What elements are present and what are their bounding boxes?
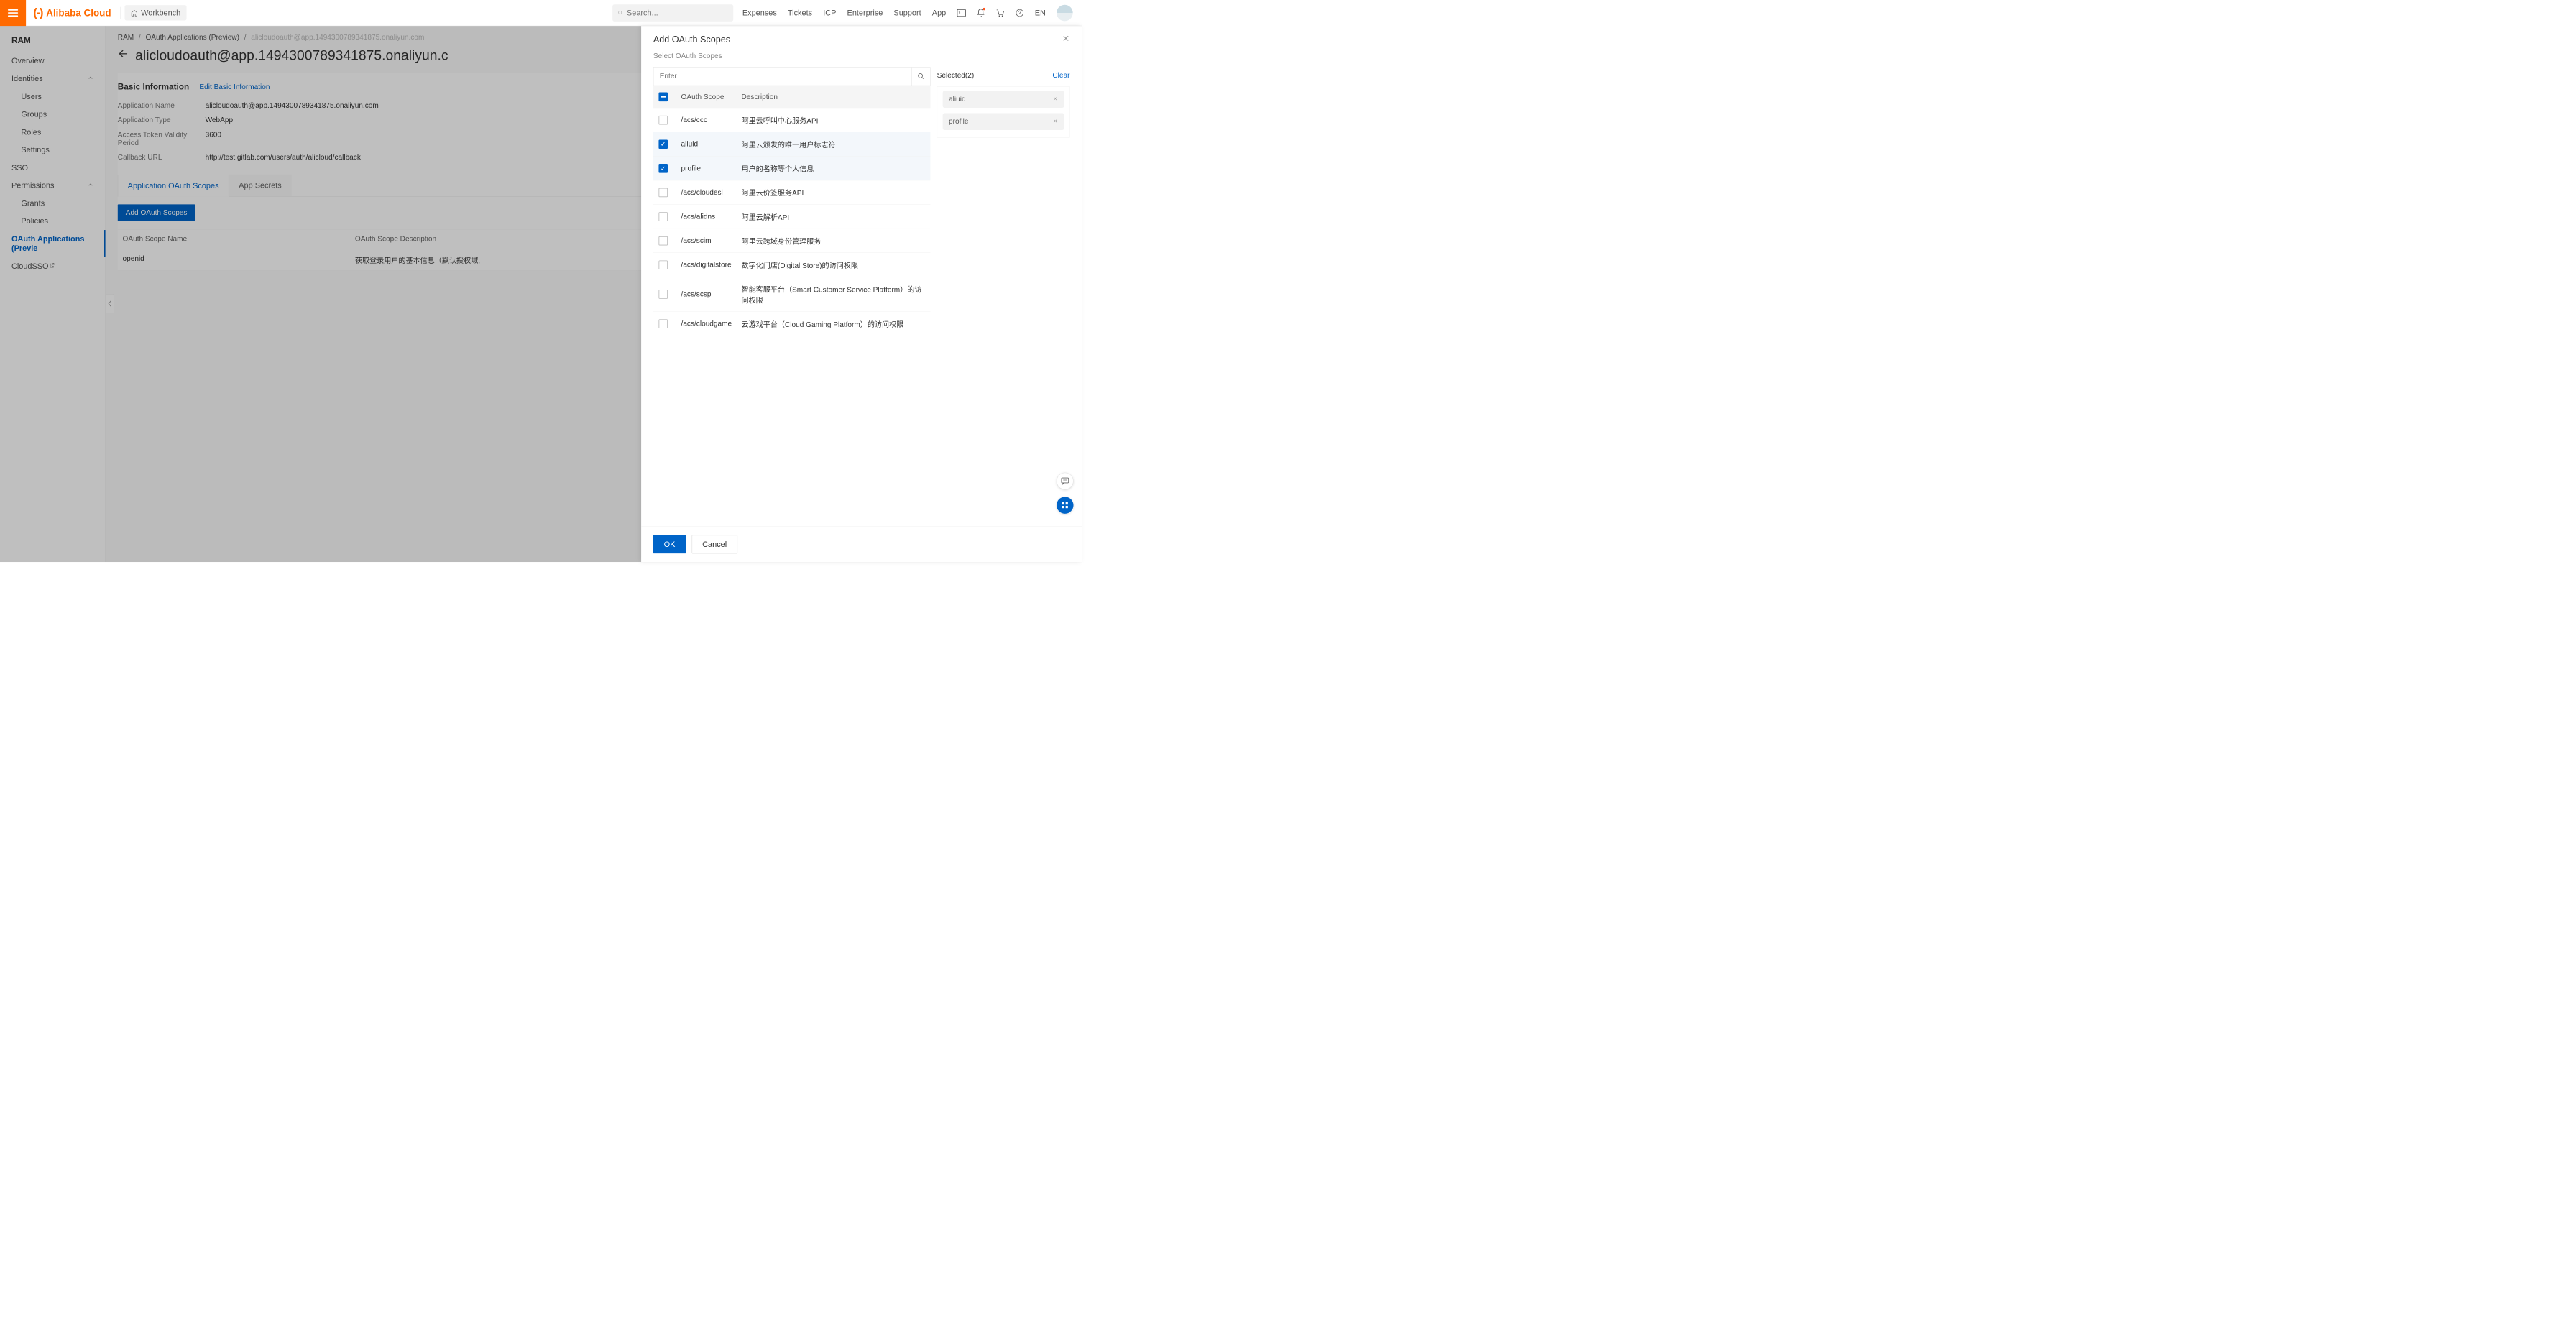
- close-icon: [1062, 34, 1070, 42]
- scope-search-button[interactable]: [911, 67, 930, 86]
- global-search[interactable]: [612, 4, 733, 22]
- cell-description: 阿里云颁发的唯一用户标志符: [742, 139, 925, 149]
- drawer-hint: Select OAuth Scopes: [653, 52, 1070, 60]
- scope-row[interactable]: /acs/scim阿里云跨域身份管理服务: [653, 229, 931, 253]
- global-search-input[interactable]: [627, 8, 728, 17]
- close-icon: [1053, 119, 1059, 124]
- scope-checkbox[interactable]: [658, 212, 668, 221]
- add-scopes-drawer: Add OAuth Scopes Select OAuth Scopes OAu…: [641, 26, 1082, 562]
- nav-support[interactable]: Support: [893, 8, 921, 17]
- drawer-close-button[interactable]: [1062, 34, 1070, 45]
- cart-icon: [995, 9, 1005, 17]
- scope-checkbox[interactable]: [658, 290, 668, 299]
- scope-checkbox[interactable]: [658, 236, 668, 246]
- nav-expenses[interactable]: Expenses: [742, 8, 777, 17]
- selected-pane: Selected(2) Clear aliuid profile: [937, 67, 1070, 526]
- scope-checkbox[interactable]: [658, 116, 668, 125]
- home-icon: [131, 9, 138, 17]
- scope-row[interactable]: /acs/ccc阿里云呼叫中心服务API: [653, 108, 931, 132]
- search-icon: [618, 9, 623, 17]
- scope-picker: OAuth Scope Description /acs/ccc阿里云呼叫中心服…: [653, 67, 931, 526]
- cell-scope: /acs/alidns: [681, 212, 742, 221]
- cart-button[interactable]: [995, 9, 1005, 17]
- clear-selected-button[interactable]: Clear: [1052, 71, 1070, 80]
- cell-scope: /acs/cloudesl: [681, 188, 742, 197]
- notification-dot-icon: [983, 8, 985, 10]
- grid-header-scope: OAuth Scope: [681, 93, 742, 101]
- cancel-button[interactable]: Cancel: [691, 535, 737, 554]
- scope-row[interactable]: /acs/cloudesl阿里云价签服务API: [653, 180, 931, 205]
- cell-description: 阿里云解析API: [742, 211, 925, 222]
- cell-scope: /acs/scsp: [681, 290, 742, 299]
- cell-description: 阿里云呼叫中心服务API: [742, 115, 925, 126]
- brand-mark-icon: (-): [33, 6, 42, 19]
- chip-remove-button[interactable]: [1053, 117, 1059, 126]
- nav-icp[interactable]: ICP: [823, 8, 836, 17]
- nav-enterprise[interactable]: Enterprise: [847, 8, 883, 17]
- scope-row[interactable]: /acs/digitalstore数字化门店(Digital Store)的访问…: [653, 253, 931, 277]
- cell-scope: /acs/scim: [681, 236, 742, 245]
- apps-button[interactable]: [1057, 497, 1074, 514]
- nav-tickets[interactable]: Tickets: [788, 8, 812, 17]
- help-button[interactable]: [1016, 9, 1024, 17]
- chip-label: aliuid: [949, 95, 966, 103]
- cell-description: 阿里云跨域身份管理服务: [742, 236, 925, 246]
- select-all-checkbox[interactable]: [658, 93, 668, 102]
- scope-checkbox[interactable]: [658, 188, 668, 197]
- cell-scope: aliuid: [681, 140, 742, 149]
- nav-app[interactable]: App: [932, 8, 946, 17]
- close-icon: [1053, 96, 1059, 102]
- scope-row[interactable]: profile用户的名称等个人信息: [653, 157, 931, 181]
- cell-description: 数字化门店(Digital Store)的访问权限: [742, 259, 925, 270]
- notifications-button[interactable]: [977, 9, 985, 18]
- scope-row[interactable]: /acs/scsp智能客服平台（Smart Customer Service P…: [653, 277, 931, 312]
- ok-button[interactable]: OK: [653, 535, 686, 554]
- brand-logo[interactable]: (-) Alibaba Cloud: [26, 6, 119, 19]
- scope-row[interactable]: /acs/alidns阿里云解析API: [653, 205, 931, 229]
- cell-scope: profile: [681, 164, 742, 172]
- cell-scope: /acs/digitalstore: [681, 261, 742, 269]
- selected-count-label: Selected(2): [937, 71, 975, 80]
- scope-row[interactable]: /acs/cloudgame云游戏平台（Cloud Gaming Platfor…: [653, 312, 931, 336]
- search-icon: [917, 73, 924, 80]
- cell-description: 智能客服平台（Smart Customer Service Platform）的…: [742, 284, 925, 305]
- cell-description: 阿里云价签服务API: [742, 187, 925, 198]
- selected-chip: aliuid: [943, 91, 1064, 108]
- chip-label: profile: [949, 117, 968, 126]
- top-bar: (-) Alibaba Cloud Workbench Expenses Tic…: [0, 0, 1082, 26]
- top-nav: Expenses Tickets ICP Enterprise Support …: [742, 5, 1082, 22]
- grid-icon: [1061, 502, 1069, 509]
- scope-checkbox[interactable]: [658, 319, 668, 328]
- feedback-button[interactable]: [1057, 473, 1074, 490]
- user-avatar[interactable]: [1057, 5, 1073, 22]
- cell-scope: /acs/cloudgame: [681, 320, 742, 328]
- scope-row[interactable]: aliuid阿里云颁发的唯一用户标志符: [653, 132, 931, 157]
- scope-checkbox[interactable]: [658, 260, 668, 269]
- floating-buttons: [1057, 473, 1074, 514]
- cell-description: 云游戏平台（Cloud Gaming Platform）的访问权限: [742, 318, 925, 329]
- scope-checkbox[interactable]: [658, 164, 668, 173]
- cell-description: 用户的名称等个人信息: [742, 163, 925, 174]
- brand-text: Alibaba Cloud: [46, 7, 111, 19]
- hamburger-icon: [7, 6, 19, 19]
- chip-remove-button[interactable]: [1053, 95, 1059, 103]
- cloudshell-button[interactable]: [957, 9, 966, 17]
- grid-header-desc: Description: [742, 93, 925, 101]
- scope-checkbox[interactable]: [658, 139, 668, 149]
- help-icon: [1016, 9, 1024, 17]
- selected-chip: profile: [943, 114, 1064, 131]
- drawer-title: Add OAuth Scopes: [653, 34, 730, 45]
- terminal-icon: [957, 9, 966, 17]
- language-selector[interactable]: EN: [1035, 8, 1046, 17]
- scope-search-input[interactable]: [653, 67, 912, 86]
- menu-toggle-button[interactable]: [0, 0, 26, 26]
- workbench-button[interactable]: Workbench: [124, 5, 186, 20]
- chat-icon: [1061, 477, 1070, 485]
- cell-scope: /acs/ccc: [681, 116, 742, 124]
- workbench-label: Workbench: [141, 8, 180, 17]
